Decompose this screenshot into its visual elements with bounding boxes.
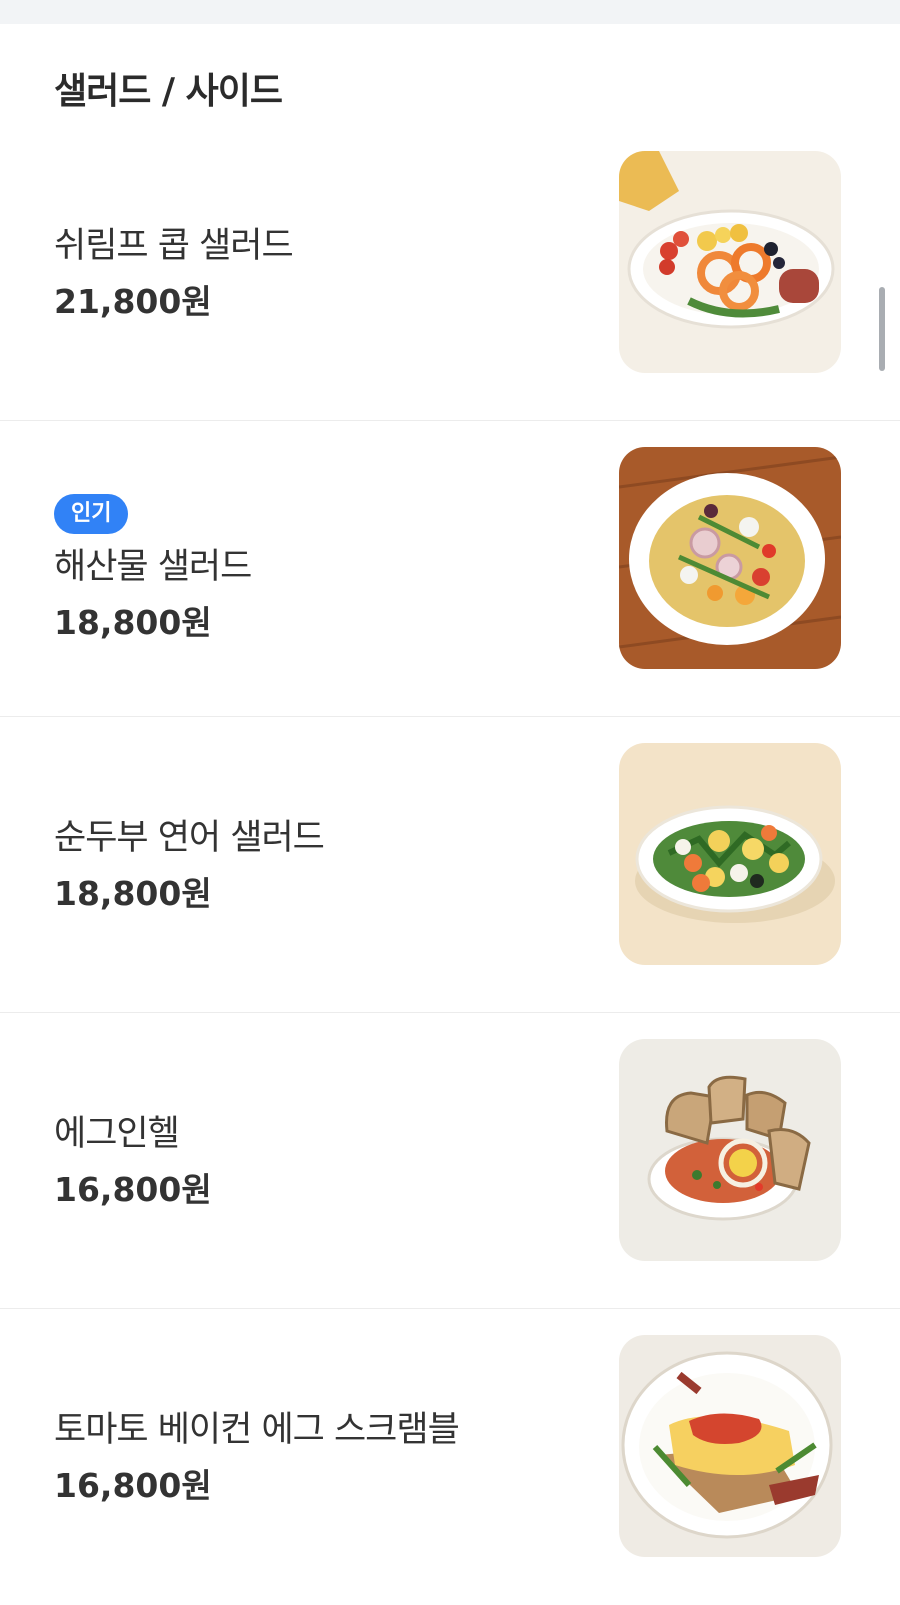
menu-item-name: 쉬림프 콥 샐러드 [54, 226, 294, 266]
menu-item-price: 18,800원 [54, 874, 212, 913]
menu-item-name: 에그인헬 [54, 1114, 180, 1154]
menu-item-price: 16,800원 [54, 1170, 212, 1209]
menu-item-shrimp-cobb-salad[interactable]: 쉬림프 콥 샐러드 21,800원 [0, 125, 900, 421]
menu-item-photo[interactable] [619, 447, 841, 669]
menu-item-photo[interactable] [619, 151, 841, 373]
menu-item-price: 21,800원 [54, 282, 212, 321]
menu-item-photo[interactable] [619, 743, 841, 965]
menu-item-seafood-salad[interactable]: 인기 해산물 샐러드 18,800원 [0, 421, 900, 717]
menu-item-text: 순두부 연어 샐러드 18,800원 [54, 717, 325, 1013]
seafood-salad-photo-icon [619, 447, 841, 669]
menu-item-name: 순두부 연어 샐러드 [54, 818, 325, 858]
menu-item-price: 16,800원 [54, 1466, 212, 1505]
menu-item-price: 18,800원 [54, 603, 212, 642]
egg-in-hell-photo-icon [619, 1039, 841, 1261]
menu-item-text: 에그인헬 16,800원 [54, 1013, 212, 1309]
menu-item-name: 해산물 샐러드 [54, 547, 252, 587]
menu-item-tomato-bacon-egg-scramble[interactable]: 토마토 베이컨 에그 스크램블 16,800원 [0, 1309, 900, 1605]
menu-item-text: 인기 해산물 샐러드 18,800원 [54, 421, 252, 717]
top-band [0, 0, 900, 24]
shrimp-cobb-salad-photo-icon [619, 151, 841, 373]
popular-badge: 인기 [54, 494, 129, 534]
menu-item-name: 토마토 베이컨 에그 스크램블 [54, 1410, 460, 1450]
menu-item-egg-in-hell[interactable]: 에그인헬 16,800원 [0, 1013, 900, 1309]
menu-item-text: 토마토 베이컨 에그 스크램블 16,800원 [54, 1309, 460, 1605]
tomato-bacon-egg-scramble-photo-icon [619, 1335, 841, 1557]
tofu-salmon-salad-photo-icon [619, 743, 841, 965]
section-title: 샐러드 / 사이드 [54, 71, 283, 112]
menu-item-tofu-salmon-salad[interactable]: 순두부 연어 샐러드 18,800원 [0, 717, 900, 1013]
menu-item-text: 쉬림프 콥 샐러드 21,800원 [54, 125, 294, 421]
menu-list: 쉬림프 콥 샐러드 21,800원 인기 해산물 샐러드 18,800원 순두부… [0, 125, 900, 1605]
scrollbar[interactable] [879, 287, 885, 371]
menu-item-photo[interactable] [619, 1335, 841, 1557]
menu-item-photo[interactable] [619, 1039, 841, 1261]
